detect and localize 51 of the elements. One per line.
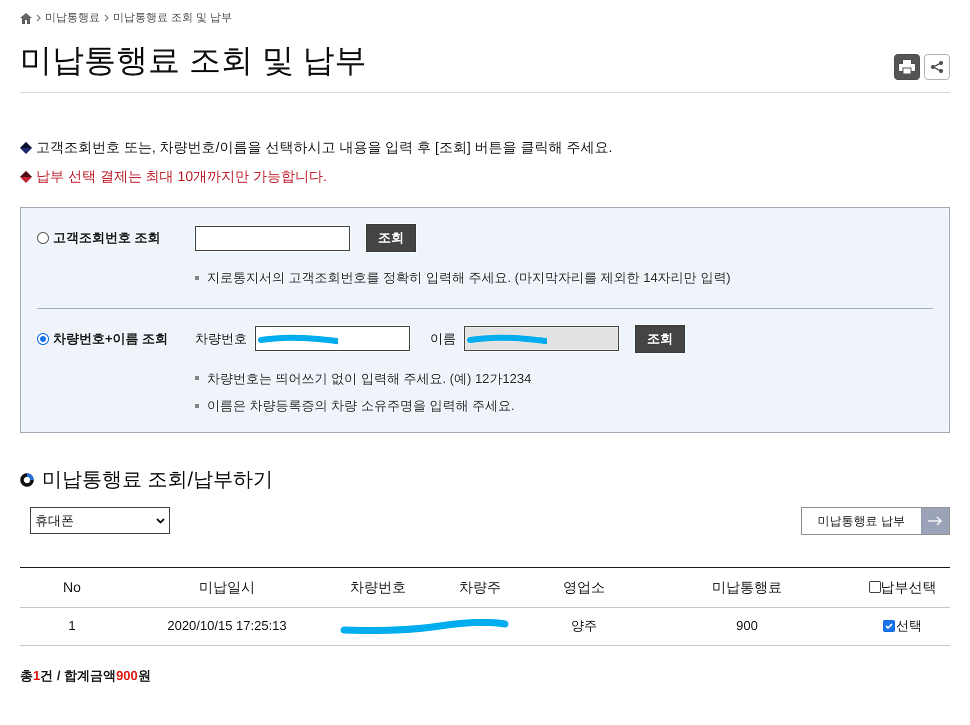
column-header: 영업소 (563, 578, 605, 596)
table-cell-text: 1 (68, 617, 76, 636)
chevron-right-icon (36, 14, 41, 22)
diamond-icon (20, 170, 32, 182)
ring-icon (20, 472, 34, 486)
arrow-right-icon (928, 516, 942, 526)
radio-button[interactable] (37, 332, 49, 344)
diamond-icon (20, 142, 32, 154)
breadcrumb-link[interactable]: 미납통행료 조회 및 납부 (113, 10, 232, 26)
page-title: 미납통행료 조회 및 납부 (20, 41, 367, 80)
hint-text: 차량번호는 띄어쓰기 없이 입력해 주세요. (예) 12가1234 (207, 370, 532, 388)
table-cell-text: 900 (736, 617, 758, 636)
field-label: 차량번호 (195, 330, 247, 348)
input-field[interactable] (195, 226, 350, 250)
home-icon[interactable] (20, 12, 32, 24)
share-button[interactable] (924, 54, 950, 80)
print-button[interactable] (894, 54, 920, 80)
checkbox[interactable] (883, 620, 895, 632)
search-button[interactable]: 조회 (366, 224, 416, 252)
radio-option[interactable]: 차량번호+이름 조회 (37, 328, 187, 348)
bullet-icon (195, 276, 199, 280)
column-header: 미납일시 (199, 578, 255, 596)
payment-method-select[interactable]: 휴대폰 (30, 507, 170, 534)
breadcrumb-link[interactable]: 미납통행료 (45, 10, 100, 26)
column-header: 차량번호 (350, 578, 406, 596)
search-button[interactable]: 조회 (635, 324, 685, 352)
select-all-checkbox[interactable]: 납부선택 (868, 576, 936, 598)
chevron-right-icon (104, 14, 109, 22)
total-summary: 총1건 / 합계금액900원 (20, 666, 152, 684)
table-cell-text: 양주 (571, 617, 597, 636)
chevron-down-icon (156, 518, 165, 524)
hint-text: 지로통지서의 고객조회번호를 정확히 입력해 주세요. (마지막자리를 제외한 14자리만 입력) (207, 269, 731, 287)
bullet-icon (195, 404, 199, 408)
notice-text: 납부 선택 결제는 최대 10개까지만 가능합니다. (36, 167, 327, 186)
input-field[interactable] (255, 326, 410, 351)
radio-option[interactable]: 고객조회번호 조회 (37, 228, 187, 248)
notice-text: 고객조회번호 또는, 차량번호/이름을 선택하시고 내용을 입력 후 [조회] 버튼을 클릭해 주세요. (36, 138, 612, 157)
bullet-icon (195, 376, 199, 380)
pay-button[interactable]: 미납통행료 납부 (800, 506, 950, 534)
table-cell-text: 2020/10/15 17:25:13 (167, 617, 287, 636)
share-icon (930, 60, 944, 74)
radio-button[interactable] (37, 232, 49, 244)
column-header: No (63, 578, 81, 596)
field-label: 이름 (430, 330, 456, 348)
row-select-checkbox[interactable]: 선택 (883, 616, 922, 636)
section-title: 미납통행료 조회/납부하기 (42, 468, 274, 492)
checkbox[interactable] (868, 581, 880, 593)
column-header: 미납통행료 (712, 578, 782, 596)
hint-text: 이름은 차량등록증의 차량 소유주명을 입력해 주세요. (207, 397, 515, 415)
column-header: 차량주 (459, 578, 501, 596)
printer-icon (899, 60, 915, 74)
